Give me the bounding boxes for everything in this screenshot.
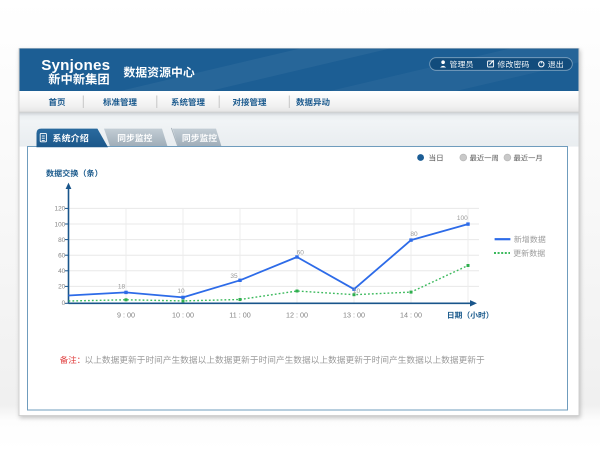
svg-text:Synjones: Synjones xyxy=(41,57,110,74)
svg-text:14 : 00: 14 : 00 xyxy=(400,310,422,319)
svg-text:18: 18 xyxy=(118,283,126,290)
svg-text:80: 80 xyxy=(58,237,66,244)
svg-text:10 : 00: 10 : 00 xyxy=(172,310,194,319)
svg-text:20: 20 xyxy=(58,284,66,291)
svg-text:12 : 00: 12 : 00 xyxy=(286,310,308,319)
svg-text:0: 0 xyxy=(62,300,66,307)
svg-text:9 : 00: 9 : 00 xyxy=(117,310,135,319)
svg-text:60: 60 xyxy=(297,250,305,257)
svg-text:10: 10 xyxy=(353,288,361,295)
svg-text:10: 10 xyxy=(177,288,185,295)
svg-text:120: 120 xyxy=(55,206,66,213)
svg-text:11 : 00: 11 : 00 xyxy=(229,310,250,319)
svg-text:80: 80 xyxy=(410,231,418,238)
svg-text:100: 100 xyxy=(55,221,66,228)
svg-text:13 : 00: 13 : 00 xyxy=(343,310,365,319)
svg-text:60: 60 xyxy=(58,253,66,260)
svg-text:35: 35 xyxy=(230,273,238,280)
svg-text:40: 40 xyxy=(58,268,66,275)
svg-text:100: 100 xyxy=(457,215,468,222)
